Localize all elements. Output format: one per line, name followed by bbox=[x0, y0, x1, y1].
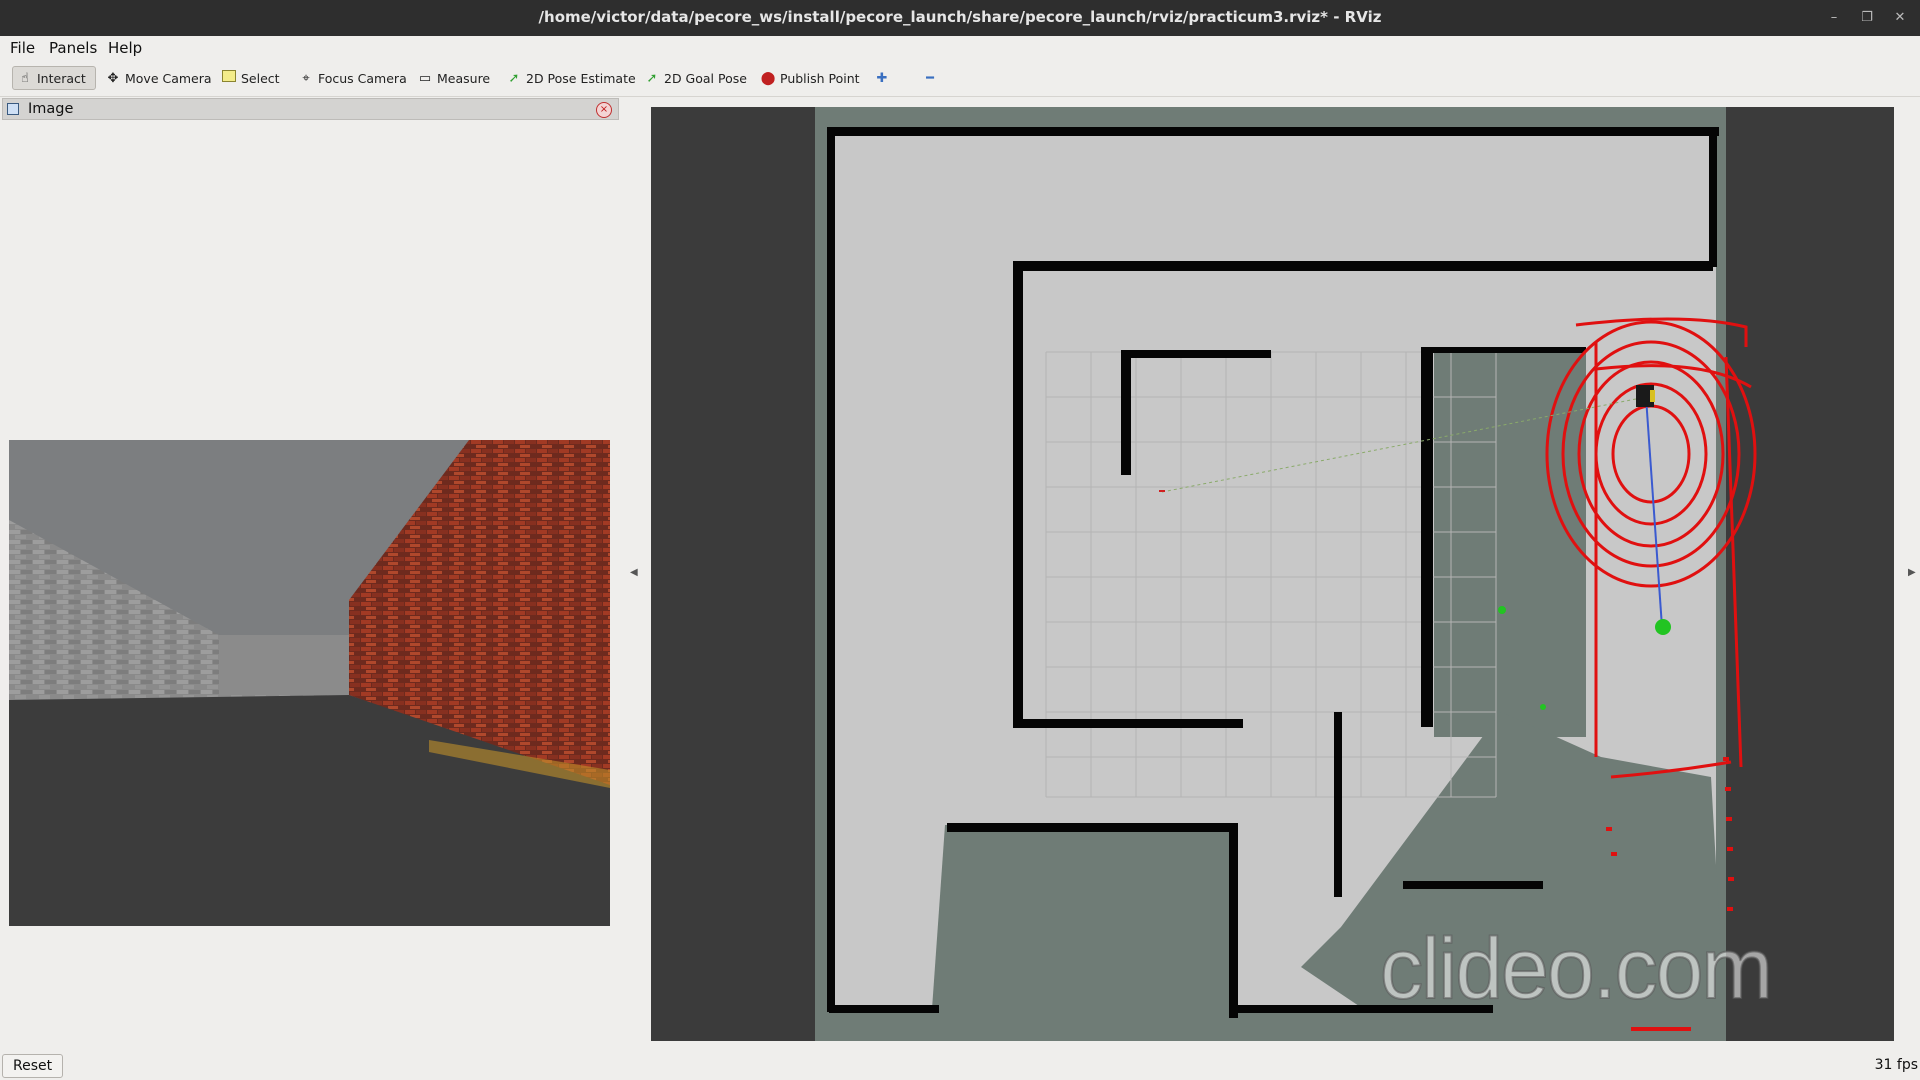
green-arrow-icon: ➚ bbox=[646, 70, 658, 86]
map-view-svg bbox=[815, 107, 1757, 1041]
focus-camera-label: Focus Camera bbox=[318, 70, 407, 86]
map-pin-icon: ⬤ bbox=[760, 70, 776, 86]
panel-icon bbox=[7, 103, 19, 115]
camera-image-svg bbox=[9, 440, 610, 926]
tool-bar: ☝ Interact ✥ Move Camera Select ⌖ Focus … bbox=[0, 60, 1920, 97]
menu-panels[interactable]: Panels bbox=[49, 39, 97, 57]
watermark-text: clideo.com bbox=[1379, 920, 1774, 1018]
image-panel-header: Image × bbox=[2, 98, 619, 120]
reset-button[interactable]: Reset bbox=[2, 1054, 64, 1078]
focus-camera-tool-button[interactable]: ⌖ Focus Camera bbox=[294, 66, 411, 90]
status-bar: Reset 31 fps bbox=[0, 1051, 1920, 1080]
render-viewport[interactable] bbox=[651, 107, 1894, 1041]
measure-label: Measure bbox=[437, 70, 491, 86]
move-camera-label: Move Camera bbox=[125, 70, 212, 86]
green-arrow-icon: ➚ bbox=[508, 70, 520, 86]
unknown-region bbox=[1434, 349, 1586, 737]
collapse-right-arrow-icon[interactable]: ▶ bbox=[1908, 567, 1916, 578]
window-titlebar: /home/victor/data/pecore_ws/install/peco… bbox=[0, 0, 1920, 36]
close-window-button[interactable]: ✕ bbox=[1890, 8, 1910, 28]
remove-tool-button[interactable]: ━ bbox=[918, 66, 942, 90]
select-box-icon bbox=[221, 70, 237, 86]
select-tool-button[interactable]: Select bbox=[217, 66, 284, 90]
image-panel: Image × bbox=[0, 98, 622, 1043]
minus-icon: ━ bbox=[926, 70, 934, 86]
focus-crosshair-icon: ⌖ bbox=[302, 70, 310, 86]
image-panel-title: Image bbox=[28, 101, 74, 117]
hand-cursor-icon: ☝ bbox=[21, 70, 29, 86]
select-label: Select bbox=[241, 70, 280, 86]
close-panel-icon[interactable]: × bbox=[596, 102, 612, 118]
menu-bar: File Panels Help bbox=[0, 36, 1920, 60]
publish-point-tool-button[interactable]: ⬤ Publish Point bbox=[756, 66, 864, 90]
minimize-button[interactable]: – bbox=[1824, 8, 1844, 28]
waypoint-marker bbox=[1498, 606, 1506, 614]
far-wall bbox=[219, 635, 349, 695]
pose-estimate-tool-button[interactable]: ➚ 2D Pose Estimate bbox=[502, 66, 640, 90]
interact-tool-button[interactable]: ☝ Interact bbox=[12, 66, 96, 90]
goal-marker bbox=[1655, 619, 1671, 635]
publish-point-label: Publish Point bbox=[780, 70, 860, 86]
menu-help[interactable]: Help bbox=[108, 39, 142, 57]
robot-model bbox=[1636, 385, 1655, 407]
window-title: /home/victor/data/pecore_ws/install/peco… bbox=[538, 8, 1382, 26]
collapse-left-arrow-icon[interactable]: ◀ bbox=[630, 567, 638, 578]
ruler-icon: ▭ bbox=[418, 70, 432, 86]
pose-estimate-label: 2D Pose Estimate bbox=[526, 70, 636, 86]
goal-pose-label: 2D Goal Pose bbox=[664, 70, 747, 86]
move-camera-tool-button[interactable]: ✥ Move Camera bbox=[101, 66, 216, 90]
interact-label: Interact bbox=[37, 70, 86, 86]
fps-readout: 31 fps bbox=[1874, 1057, 1918, 1073]
waypoint-marker bbox=[1540, 704, 1546, 710]
menu-file[interactable]: File bbox=[10, 39, 35, 57]
goal-pose-tool-button[interactable]: ➚ 2D Goal Pose bbox=[640, 66, 751, 90]
camera-image bbox=[9, 440, 610, 926]
plus-icon: ✚ bbox=[876, 70, 888, 86]
restore-button[interactable]: ❐ bbox=[1857, 8, 1877, 28]
unknown-region bbox=[931, 825, 1233, 1023]
add-tool-button[interactable]: ✚ bbox=[870, 66, 894, 90]
move-arrows-icon: ✥ bbox=[107, 70, 119, 86]
measure-tool-button[interactable]: ▭ Measure bbox=[413, 66, 494, 90]
